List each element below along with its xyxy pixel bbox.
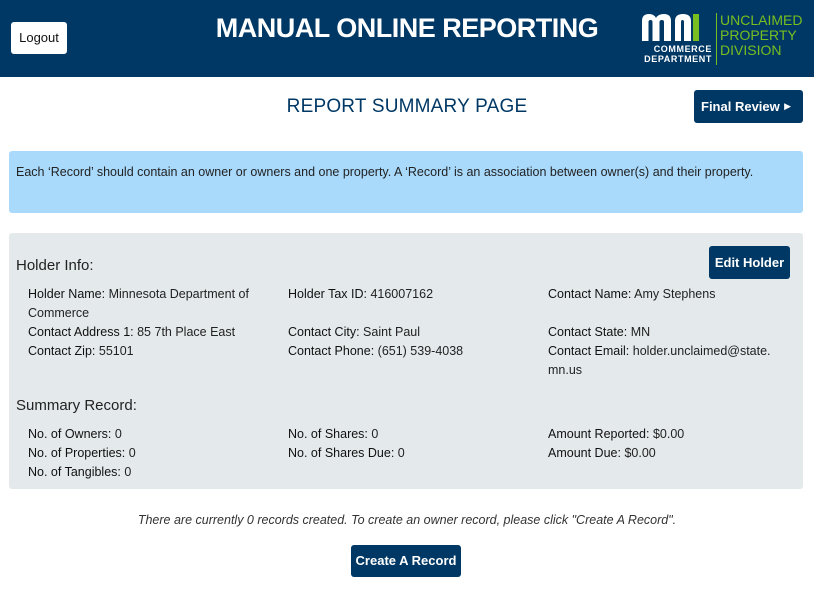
logo-division-text: UNCLAIMED PROPERTY DIVISION <box>720 13 802 58</box>
holder-tax-id-field: Holder Tax ID: 416007162 <box>288 285 538 304</box>
contact-city-value: Saint Paul <box>363 325 421 339</box>
create-record-button[interactable]: Create A Record <box>351 545 461 577</box>
app-title-text: MANUAL ONLINE REPORTING <box>215 13 599 43</box>
contact-email-label: Contact Email: <box>548 344 630 358</box>
contact-address-value: 85 7th Place East <box>137 325 236 339</box>
final-review-button[interactable]: Final Review ▶ <box>694 90 803 123</box>
tangibles-count-field: No. of Tangibles: 0 <box>28 463 278 482</box>
shares-due-field: No. of Shares Due: 0 <box>288 444 538 463</box>
shares-due-label: No. of Shares Due: <box>288 446 395 460</box>
properties-count-label: No. of Properties: <box>28 446 126 460</box>
logo-division-line2: PROPERTY <box>720 27 797 43</box>
edit-holder-button[interactable]: Edit Holder <box>709 246 790 279</box>
mn-logo-mark <box>642 14 699 41</box>
contact-zip-value: 55101 <box>98 344 134 358</box>
holder-name-field: Holder Name: Minnesota Department of Com… <box>28 285 268 323</box>
properties-count-value: 0 <box>128 446 136 460</box>
contact-state-value: MN <box>630 325 651 339</box>
shares-count-field: No. of Shares: 0 <box>288 425 538 444</box>
contact-address-field: Contact Address 1: 85 7th Place East <box>28 323 278 342</box>
owners-count-value: 0 <box>114 427 122 441</box>
holder-tax-id-label: Holder Tax ID: <box>288 287 367 301</box>
chevron-right-icon: ▶ <box>784 101 791 111</box>
logo-dept-line2: DEPARTMENT <box>644 54 712 64</box>
contact-phone-value: (651) 539-4038 <box>377 344 464 358</box>
final-review-label: Final Review <box>701 99 780 114</box>
amount-due-value: $0.00 <box>624 446 656 460</box>
mn-commerce-logo: COMMERCE DEPARTMENT UNCLAIMED PROPERTY D… <box>636 11 812 67</box>
shares-due-value: 0 <box>397 446 405 460</box>
owners-count-label: No. of Owners: <box>28 427 112 441</box>
contact-state-field: Contact State: MN <box>548 323 788 342</box>
tangibles-count-label: No. of Tangibles: <box>28 465 121 479</box>
amount-reported-field: Amount Reported: $0.00 <box>548 425 788 444</box>
properties-count-field: No. of Properties: 0 <box>28 444 278 463</box>
logo-divider <box>716 13 717 65</box>
contact-zip-label: Contact Zip: <box>28 344 96 358</box>
contact-address-label: Contact Address 1: <box>28 325 134 339</box>
shares-count-label: No. of Shares: <box>288 427 368 441</box>
contact-city-label: Contact City: <box>288 325 360 339</box>
holder-panel: Holder Info: Edit Holder Holder Name: Mi… <box>9 233 803 489</box>
amount-reported-value: $0.00 <box>652 427 685 441</box>
contact-state-label: Contact State: <box>548 325 628 339</box>
amount-due-label: Amount Due: <box>548 446 621 460</box>
owners-count-field: No. of Owners: 0 <box>28 425 278 444</box>
contact-phone-field: Contact Phone: (651) 539-4038 <box>288 342 538 361</box>
logo-division-line1: UNCLAIMED <box>720 12 803 28</box>
shares-count-value: 0 <box>371 427 379 441</box>
holder-tax-id-value: 416007162 <box>370 287 434 301</box>
logout-button[interactable]: Logout <box>11 22 67 54</box>
logo-dept-line1: COMMERCE <box>653 44 712 54</box>
contact-name-field: Contact Name: Amy Stephens <box>548 285 788 304</box>
holder-info-title: Holder Info: <box>16 257 94 274</box>
logo-division-line3: DIVISION <box>720 42 782 58</box>
contact-zip-field: Contact Zip: 55101 <box>28 342 278 361</box>
summary-record-title: Summary Record: <box>16 397 137 414</box>
contact-city-field: Contact City: Saint Paul <box>288 323 538 342</box>
contact-email-field: Contact Email: holder.unclaimed@state.mn… <box>548 342 780 380</box>
amount-due-field: Amount Due: $0.00 <box>548 444 788 463</box>
contact-name-label: Contact Name: <box>548 287 632 301</box>
contact-name-value: Amy Stephens <box>634 287 716 301</box>
logo-department-text: COMMERCE DEPARTMENT <box>636 44 712 64</box>
records-empty-message: There are currently 0 records created. T… <box>137 513 677 527</box>
app-header: Logout MANUAL ONLINE REPORTING COMMERCE … <box>0 0 814 77</box>
tangibles-count-value: 0 <box>124 465 132 479</box>
contact-phone-label: Contact Phone: <box>288 344 375 358</box>
holder-name-label: Holder Name: <box>28 287 106 301</box>
page-title: REPORT SUMMARY PAGE <box>286 96 528 117</box>
amount-reported-label: Amount Reported: <box>548 427 650 441</box>
info-banner: Each ‘Record’ should contain an owner or… <box>9 151 803 213</box>
